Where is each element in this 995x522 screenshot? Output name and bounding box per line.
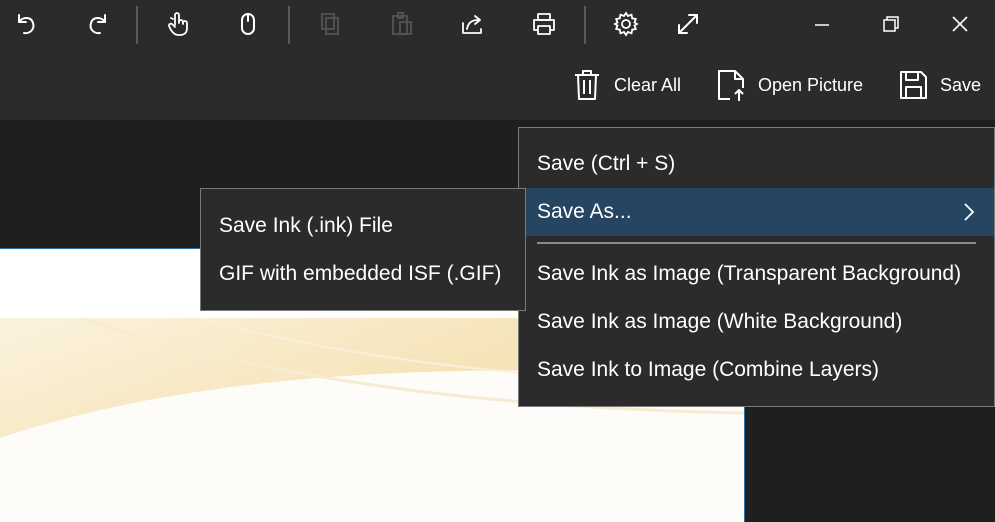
open-picture-label: Open Picture: [758, 74, 864, 95]
floppy-icon: [900, 71, 927, 99]
menu-item-combine[interactable]: Save Ink to Image (Combine Layers): [519, 346, 994, 394]
close-button[interactable]: [938, 4, 982, 44]
copy-button[interactable]: [308, 4, 352, 44]
menu-item-ink-file[interactable]: Save Ink (.ink) File: [201, 202, 525, 250]
touch-writing-button[interactable]: [156, 4, 200, 44]
open-picture-button[interactable]: Open Picture: [716, 64, 863, 106]
menu-item-white[interactable]: Save Ink as Image (White Background): [519, 298, 994, 346]
menu-item-transparent-label: Save Ink as Image (Transparent Backgroun…: [537, 262, 962, 285]
mouse-writing-button[interactable]: [226, 4, 270, 44]
share-button[interactable]: [450, 4, 494, 44]
share-icon: [462, 15, 482, 34]
restore-icon: [883, 16, 899, 32]
redo-button[interactable]: [76, 4, 120, 44]
clear-all-button[interactable]: Clear All: [572, 64, 681, 106]
settings-icon: [613, 11, 639, 37]
menu-item-save[interactable]: Save (Ctrl + S): [519, 140, 994, 188]
chevron-right-icon: [964, 203, 975, 221]
command-bar: Clear All Open Picture Save: [0, 50, 995, 120]
menu-item-save-as[interactable]: Save As...: [519, 188, 994, 236]
minimize-button[interactable]: [800, 4, 844, 44]
restore-button[interactable]: [868, 4, 912, 44]
print-button[interactable]: [522, 4, 566, 44]
fullscreen-icon: [678, 14, 698, 34]
save-as-submenu: Save Ink (.ink) File GIF with embedded I…: [200, 188, 526, 311]
menu-item-gif-label: GIF with embedded ISF (.GIF): [219, 262, 502, 285]
menu-item-save-label: Save (Ctrl + S): [537, 152, 676, 175]
toolbar-separator: [584, 6, 586, 44]
menu-item-white-label: Save Ink as Image (White Background): [537, 310, 903, 333]
undo-icon: [18, 14, 35, 35]
paste-icon: [392, 12, 412, 35]
title-toolbar: [0, 0, 995, 50]
menu-item-save-as-label: Save As...: [537, 200, 632, 223]
menu-item-combine-label: Save Ink to Image (Combine Layers): [537, 358, 879, 381]
settings-button[interactable]: [604, 4, 648, 44]
paste-button[interactable]: [380, 4, 424, 44]
save-button[interactable]: Save: [898, 64, 981, 106]
trash-icon: [575, 70, 599, 100]
save-menu: Save (Ctrl + S) Save As... Save Ink as I…: [518, 127, 995, 407]
close-icon: [952, 16, 968, 32]
menu-item-transparent[interactable]: Save Ink as Image (Transparent Backgroun…: [519, 250, 994, 298]
minimize-icon: [815, 24, 829, 26]
menu-item-ink-file-label: Save Ink (.ink) File: [219, 214, 393, 237]
menu-separator: [537, 242, 976, 244]
clear-all-label: Clear All: [614, 74, 682, 95]
redo-icon: [89, 14, 106, 35]
toolbar-separator: [136, 6, 138, 44]
undo-button[interactable]: [4, 4, 48, 44]
touch-icon: [168, 12, 188, 36]
mouse-icon: [241, 13, 255, 35]
open-picture-icon: [718, 70, 744, 101]
save-label: Save: [940, 74, 982, 95]
toolbar-separator: [288, 6, 290, 44]
fullscreen-button[interactable]: [666, 4, 710, 44]
print-icon: [533, 13, 555, 35]
copy-icon: [321, 13, 339, 35]
menu-item-gif[interactable]: GIF with embedded ISF (.GIF): [201, 250, 525, 298]
